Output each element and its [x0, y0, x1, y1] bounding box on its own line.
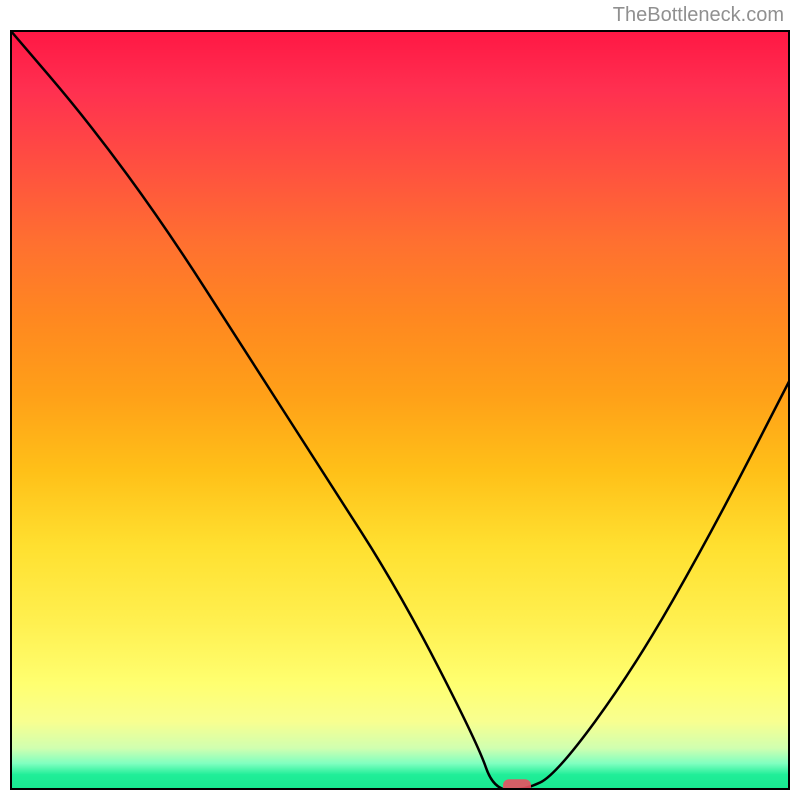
- chart-svg: [10, 30, 790, 790]
- bottleneck-curve: [10, 30, 790, 790]
- plot-area: [10, 30, 790, 790]
- chart-container: [10, 30, 790, 790]
- optimal-marker: [503, 779, 531, 790]
- watermark-text: TheBottleneck.com: [613, 4, 784, 27]
